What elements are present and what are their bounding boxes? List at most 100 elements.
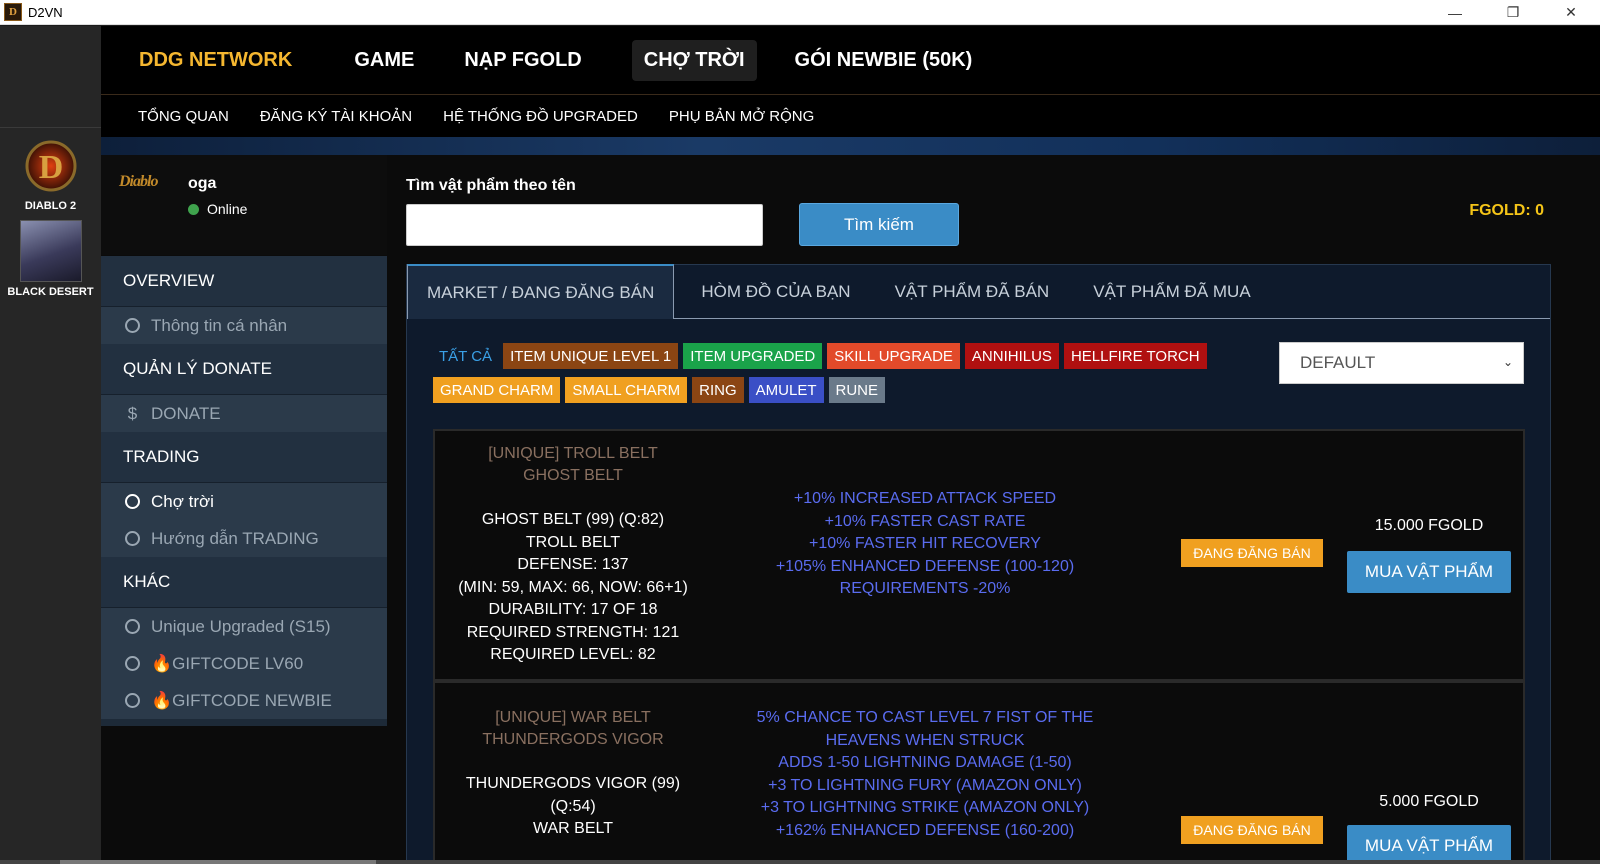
- filter-rune[interactable]: RUNE: [828, 377, 886, 403]
- item-subtitle: THUNDERGODS VIGOR: [482, 731, 664, 748]
- sidebar: OVERVIEW Thông tin cá nhân QUẢN LÝ DONAT…: [101, 256, 387, 726]
- subnav-he-thong-do[interactable]: HỆ THỐNG ĐỒ UPGRADED: [443, 108, 638, 125]
- username: oga: [188, 175, 217, 192]
- sort-select[interactable]: DEFAULT ⌄: [1279, 342, 1524, 384]
- nav-item-cho-troi[interactable]: CHỢ TRỜI: [631, 39, 757, 81]
- sidebar-item-giftcode-lv60[interactable]: 🔥GIFTCODE LV60: [101, 645, 387, 682]
- sidebar-section-trading[interactable]: TRADING: [101, 432, 387, 483]
- filter-hellfire-torch[interactable]: HELLFIRE TORCH: [1063, 343, 1207, 369]
- item-mod: REQUIREMENTS -20%: [839, 580, 1011, 597]
- close-icon[interactable]: ✕: [1542, 0, 1600, 25]
- filter-item-upgraded[interactable]: ITEM UPGRADED: [683, 343, 823, 369]
- filter-small-charm[interactable]: SMALL CHARM: [565, 377, 688, 403]
- nav-brand[interactable]: DDG NETWORK: [139, 49, 292, 72]
- search-input[interactable]: [406, 204, 763, 246]
- black-desert-thumbnail-icon: [19, 220, 82, 282]
- diablo-logo: Diablo: [119, 173, 158, 190]
- buy-item-button[interactable]: MUA VẬT PHẨM: [1347, 825, 1511, 864]
- nav-item-game[interactable]: GAME: [342, 40, 426, 81]
- tab-market[interactable]: MARKET / ĐANG ĐĂNG BÁN: [407, 264, 675, 319]
- item-prop: THUNDERGODS VIGOR (99): [465, 775, 681, 792]
- buy-item-button[interactable]: MUA VẬT PHẨM: [1347, 551, 1511, 593]
- sidebar-item-label: 🔥GIFTCODE NEWBIE: [151, 690, 332, 710]
- item-subtitle: GHOST BELT: [523, 467, 623, 484]
- tab-hom-do[interactable]: HÒM ĐỒ CỦA BẠN: [679, 265, 872, 318]
- sidebar-item-label: Hướng dẫn TRADING: [151, 528, 319, 548]
- filter-grand-charm[interactable]: GRAND CHARM: [433, 377, 561, 403]
- restore-icon[interactable]: ❐: [1484, 0, 1542, 25]
- dollar-icon: $: [127, 403, 138, 423]
- sub-navbar: TỔNG QUAN ĐĂNG KÝ TÀI KHOẢN HỆ THỐNG ĐỒ …: [101, 95, 1600, 137]
- status-badge: ĐANG ĐĂNG BÁN: [1181, 539, 1323, 567]
- fgold-balance: FGOLD: 0: [1469, 202, 1544, 219]
- rail-label-diablo2: DIABLO 2: [24, 200, 77, 212]
- rail-header: [0, 26, 101, 128]
- circle-icon: [125, 318, 140, 333]
- user-profile: Diablo oga Online: [101, 155, 387, 255]
- sidebar-item-label: Unique Upgraded (S15): [151, 616, 331, 636]
- top-navbar: DDG NETWORK GAME NẠP FGOLD CHỢ TRỜI GÓI …: [101, 26, 1600, 95]
- listing-card: [UNIQUE] WAR BELT THUNDERGODS VIGOR THUN…: [433, 681, 1525, 864]
- subnav-tong-quan[interactable]: TỔNG QUAN: [138, 108, 229, 125]
- item-mod: +10% INCREASED ATTACK SPEED: [793, 490, 1057, 507]
- subnav-phu-ban[interactable]: PHỤ BẢN MỞ RỘNG: [669, 108, 814, 125]
- circle-icon: [125, 619, 140, 634]
- filter-amulet[interactable]: AMULET: [748, 377, 824, 403]
- nav-item-goi-newbie[interactable]: GÓI NEWBIE (50K): [783, 40, 985, 81]
- sidebar-item-cho-troi[interactable]: Chợ trời: [101, 483, 387, 520]
- online-status: Online: [188, 201, 247, 217]
- filter-row: GRAND CHARM SMALL CHARM RING AMULET RUNE: [433, 376, 1213, 404]
- window-title: D2VN: [28, 4, 63, 20]
- window-titlebar: D D2VN — ❐ ✕: [0, 0, 1600, 25]
- filter-annihilus[interactable]: ANNIHILUS: [964, 343, 1059, 369]
- filter-skill-upgrade[interactable]: SKILL UPGRADE: [827, 343, 960, 369]
- item-prop: WAR BELT: [532, 820, 613, 837]
- sidebar-section-donate[interactable]: QUẢN LÝ DONATE: [101, 344, 387, 395]
- market-panel: MARKET / ĐANG ĐĂNG BÁN HÒM ĐỒ CỦA BẠN VẬ…: [406, 264, 1551, 864]
- app-icon: D: [4, 3, 22, 21]
- circle-icon: [125, 693, 140, 708]
- sidebar-item-donate[interactable]: $ DONATE: [101, 395, 387, 432]
- item-mods: 5% CHANCE TO CAST LEVEL 7 FIST OF THE HE…: [735, 707, 1115, 842]
- svg-text:D: D: [38, 149, 63, 186]
- item-prop: DURABILITY: 17 OF 18: [488, 601, 658, 618]
- sidebar-item-thong-tin[interactable]: Thông tin cá nhân: [101, 307, 387, 344]
- item-mod: +3 TO LIGHTNING STRIKE (AMAZON ONLY): [760, 799, 1090, 816]
- diablo2-logo-icon: D: [25, 140, 76, 192]
- nav-item-nap-fgold[interactable]: NẠP FGOLD: [452, 40, 593, 81]
- item-mod: +10% FASTER HIT RECOVERY: [809, 535, 1041, 552]
- circle-icon: [125, 656, 140, 671]
- header-banner: [101, 137, 1600, 155]
- filter-unique-level-1[interactable]: ITEM UNIQUE LEVEL 1: [503, 343, 679, 369]
- sidebar-section-khac[interactable]: KHÁC: [101, 557, 387, 608]
- sidebar-section-overview[interactable]: OVERVIEW: [101, 256, 387, 307]
- item-prop: TROLL BELT: [525, 533, 621, 551]
- search-button[interactable]: Tìm kiếm: [799, 203, 959, 246]
- sidebar-item-label: Chợ trời: [151, 491, 214, 511]
- item-prop: (MIN: 59, MAX: 66, NOW: 66+1): [458, 578, 688, 596]
- minimize-icon[interactable]: —: [1426, 0, 1484, 25]
- item-mod: ADDS 1-50 LIGHTNING DAMAGE (1-50): [778, 754, 1072, 771]
- sidebar-item-giftcode-newbie[interactable]: 🔥GIFTCODE NEWBIE: [101, 682, 387, 719]
- category-filters: TẤT CẢ ITEM UNIQUE LEVEL 1 ITEM UPGRADED…: [433, 342, 1213, 410]
- filter-all[interactable]: TẤT CẢ: [433, 343, 498, 369]
- item-title: [UNIQUE] WAR BELT: [495, 709, 651, 726]
- main-content: DDG NETWORK GAME NẠP FGOLD CHỢ TRỜI GÓI …: [101, 26, 1600, 864]
- rail-item-black-desert[interactable]: BLACK DESERT: [0, 212, 101, 298]
- sidebar-item-label: Thông tin cá nhân: [151, 315, 288, 335]
- horizontal-scrollbar[interactable]: [0, 860, 1600, 864]
- subnav-dang-ky[interactable]: ĐĂNG KÝ TÀI KHOẢN: [260, 108, 412, 125]
- sidebar-item-huong-dan[interactable]: Hướng dẫn TRADING: [101, 520, 387, 557]
- circle-icon: [125, 531, 140, 546]
- market-tabs: MARKET / ĐANG ĐĂNG BÁN HÒM ĐỒ CỦA BẠN VẬ…: [407, 264, 1550, 319]
- scrollbar-thumb[interactable]: [60, 860, 376, 864]
- item-prop: (Q:54): [550, 797, 596, 815]
- circle-icon: [125, 494, 140, 509]
- filter-ring[interactable]: RING: [692, 377, 744, 403]
- sidebar-item-unique-upgraded[interactable]: Unique Upgraded (S15): [101, 608, 387, 645]
- item-prop: REQUIRED LEVEL: 82: [490, 646, 656, 663]
- tab-da-mua[interactable]: VẬT PHẨM ĐÃ MUA: [1071, 265, 1272, 318]
- tab-da-ban[interactable]: VẬT PHẨM ĐÃ BÁN: [873, 265, 1072, 318]
- status-text: Online: [207, 201, 248, 217]
- rail-item-diablo2[interactable]: D DIABLO 2: [0, 128, 101, 212]
